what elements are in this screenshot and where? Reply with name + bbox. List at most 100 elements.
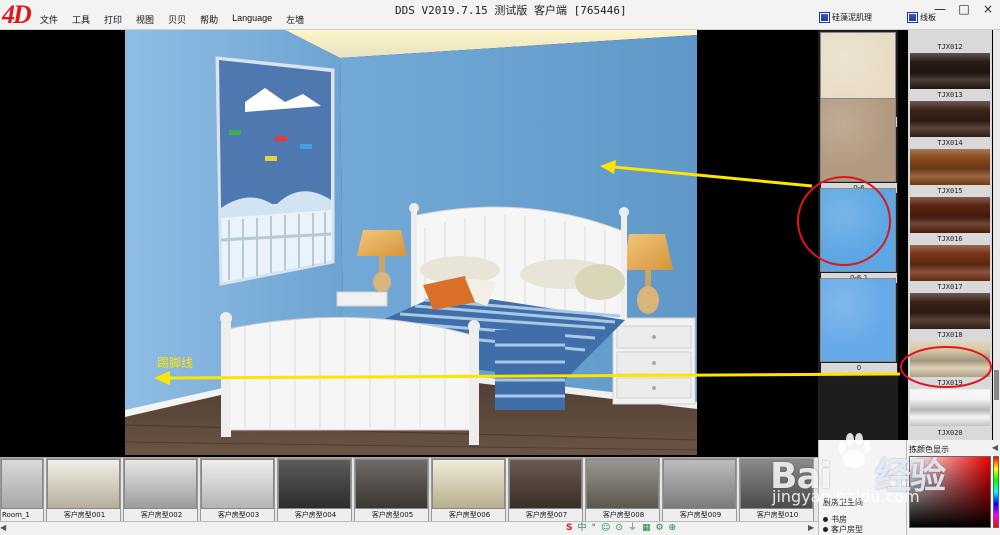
room-preview	[664, 460, 735, 508]
wallpaper-tile[interactable]: 0	[820, 278, 897, 373]
trim-scrollbar[interactable]	[993, 30, 1000, 440]
wallpaper-label: 0	[821, 363, 897, 373]
app-logo: 4D	[2, 0, 32, 29]
window-title: DDS V2019.7.15 测试版 客户端 [765446]	[395, 4, 627, 17]
render-viewport[interactable]	[125, 30, 697, 455]
ime-keyboard-icon[interactable]: ⏚	[628, 523, 637, 534]
room-preview	[202, 460, 273, 508]
ime-voice-icon[interactable]: ⊙	[615, 523, 623, 534]
room-preview	[48, 460, 119, 508]
trim-label: TJX013	[937, 91, 963, 99]
color-field[interactable]	[909, 456, 991, 528]
menu-file[interactable]: 文件	[40, 13, 58, 26]
room-render	[125, 30, 697, 455]
trim-item[interactable]: TJX014	[908, 138, 992, 186]
ime-skin-icon[interactable]: ▦	[642, 523, 651, 534]
scroll-right-icon[interactable]: ▶	[808, 523, 814, 532]
hue-slider[interactable]	[993, 456, 999, 528]
room-thumbnail[interactable]: 客户房型007	[508, 458, 583, 522]
room-thumbnail[interactable]: 客户房型005	[354, 458, 429, 522]
trim-label: TJX014	[937, 139, 963, 147]
menu-view[interactable]: 视图	[136, 13, 154, 26]
grid-icon	[908, 13, 917, 22]
room-thumbnail[interactable]: 客户房型001	[46, 458, 121, 522]
room-thumbnail[interactable]: 客户房型003	[200, 458, 275, 522]
wallpaper-tile[interactable]: 0-6	[820, 98, 897, 193]
room-thumbnail[interactable]: 客户房型002	[123, 458, 198, 522]
status-bar: ◀ S 中 ° ☺ ⊙ ⏚ ▦ ⚙ ⊕ ▶	[0, 521, 818, 535]
window	[215, 56, 335, 286]
room-preview	[279, 460, 350, 508]
app-window: 4D 文件 工具 打印 视图 贝贝 帮助 Language 左墙 DDS V20…	[0, 0, 1000, 535]
trim-swatch	[910, 53, 990, 89]
menu-beibei[interactable]: 贝贝	[168, 13, 186, 26]
room-thumbnail[interactable]: 客户房型008	[585, 458, 660, 522]
room-label: 客户房型008	[586, 509, 659, 521]
trim-swatch	[910, 149, 990, 185]
menu-print[interactable]: 打印	[104, 13, 122, 26]
trim-item[interactable]: TJX017	[908, 282, 992, 330]
room-preview	[125, 460, 196, 508]
trim-panel: TJX012 TJX013 TJX014 TJX015 TJX016 TJX01…	[908, 30, 992, 440]
trim-label: TJX016	[937, 235, 963, 243]
main-menu: 文件 工具 打印 视图 贝贝 帮助 Language 左墙	[40, 13, 318, 26]
trim-swatch	[910, 101, 990, 137]
trim-label: TJX015	[937, 187, 963, 195]
wallpaper-panel: 0-5 0-6 0-6.1 0	[818, 30, 898, 440]
tree-item[interactable]: 厨房卫生间	[823, 497, 863, 508]
trim-label: TJX017	[937, 283, 963, 291]
trim-label: TJX018	[937, 331, 963, 339]
bullet-icon	[823, 517, 828, 522]
trim-item[interactable]: TJX012	[908, 42, 992, 90]
skirting-annotation-label: 踢脚线	[157, 356, 194, 370]
menu-language[interactable]: Language	[232, 13, 272, 26]
wallpaper-swatch	[821, 99, 895, 181]
panel-headers: 硅藻泥肌理 线板	[818, 12, 1000, 28]
ime-chinese-toggle[interactable]: 中	[577, 523, 586, 534]
trim-swatch	[910, 245, 990, 281]
scroll-left-icon[interactable]: ◀	[0, 523, 6, 532]
room-label: 客户房型010	[740, 509, 813, 521]
wallpaper-header-label: 硅藻泥肌理	[832, 13, 872, 22]
ime-tools-icon[interactable]: ⊕	[669, 523, 677, 534]
wallpaper-swatch	[821, 279, 895, 361]
trim-item[interactable]: TJX018	[908, 330, 992, 378]
trim-swatch	[910, 341, 990, 377]
room-preview	[587, 460, 658, 508]
room-preview	[356, 460, 427, 508]
trim-panel-header[interactable]: 线板	[908, 12, 936, 23]
room-preview	[433, 460, 504, 508]
room-thumbnail-strip: Room_1 客户房型001 客户房型002 客户房型003 客户房型004 客…	[0, 457, 818, 522]
ime-emoji-icon[interactable]: ☺	[601, 523, 610, 534]
wallpaper-panel-header[interactable]: 硅藻泥肌理	[820, 12, 872, 23]
trim-item[interactable]: TJX016	[908, 234, 992, 282]
scrollbar-thumb[interactable]	[994, 370, 999, 400]
ime-settings-icon[interactable]: ⚙	[655, 523, 663, 534]
trim-item[interactable]: TJX015	[908, 186, 992, 234]
collapse-arrow-icon[interactable]: ◀	[992, 443, 998, 452]
room-thumbnail[interactable]: 客户房型009	[662, 458, 737, 522]
menu-help[interactable]: 帮助	[200, 13, 218, 26]
room-tree: 厨房卫生间 书房 客户房型	[818, 440, 906, 535]
room-label: 客户房型004	[278, 509, 351, 521]
title-menu-bar: 4D 文件 工具 打印 视图 贝贝 帮助 Language 左墙 DDS V20…	[0, 0, 1000, 30]
trim-swatch	[910, 293, 990, 329]
wallpaper-tile[interactable]: 0-6.1	[820, 188, 897, 283]
sogou-icon[interactable]: S	[566, 523, 572, 534]
ime-toolbar: S 中 ° ☺ ⊙ ⏚ ▦ ⚙ ⊕	[566, 523, 676, 534]
ime-punctuation-icon[interactable]: °	[592, 523, 597, 534]
room-thumbnail[interactable]: 客户房型010	[739, 458, 814, 522]
room-label: 客户房型009	[663, 509, 736, 521]
trim-item[interactable]: TJX020	[908, 390, 992, 440]
room-thumbnail[interactable]: Room_1	[0, 458, 44, 522]
room-label: 客户房型001	[47, 509, 120, 521]
menu-left-wall[interactable]: 左墙	[286, 13, 304, 26]
trim-item[interactable]: TJX013	[908, 90, 992, 138]
room-preview	[741, 460, 812, 508]
tree-item[interactable]: 客户房型	[823, 524, 863, 535]
room-preview	[2, 460, 42, 508]
room-label: 客户房型007	[509, 509, 582, 521]
menu-tools[interactable]: 工具	[72, 13, 90, 26]
room-thumbnail[interactable]: 客户房型006	[431, 458, 506, 522]
room-thumbnail[interactable]: 客户房型004	[277, 458, 352, 522]
